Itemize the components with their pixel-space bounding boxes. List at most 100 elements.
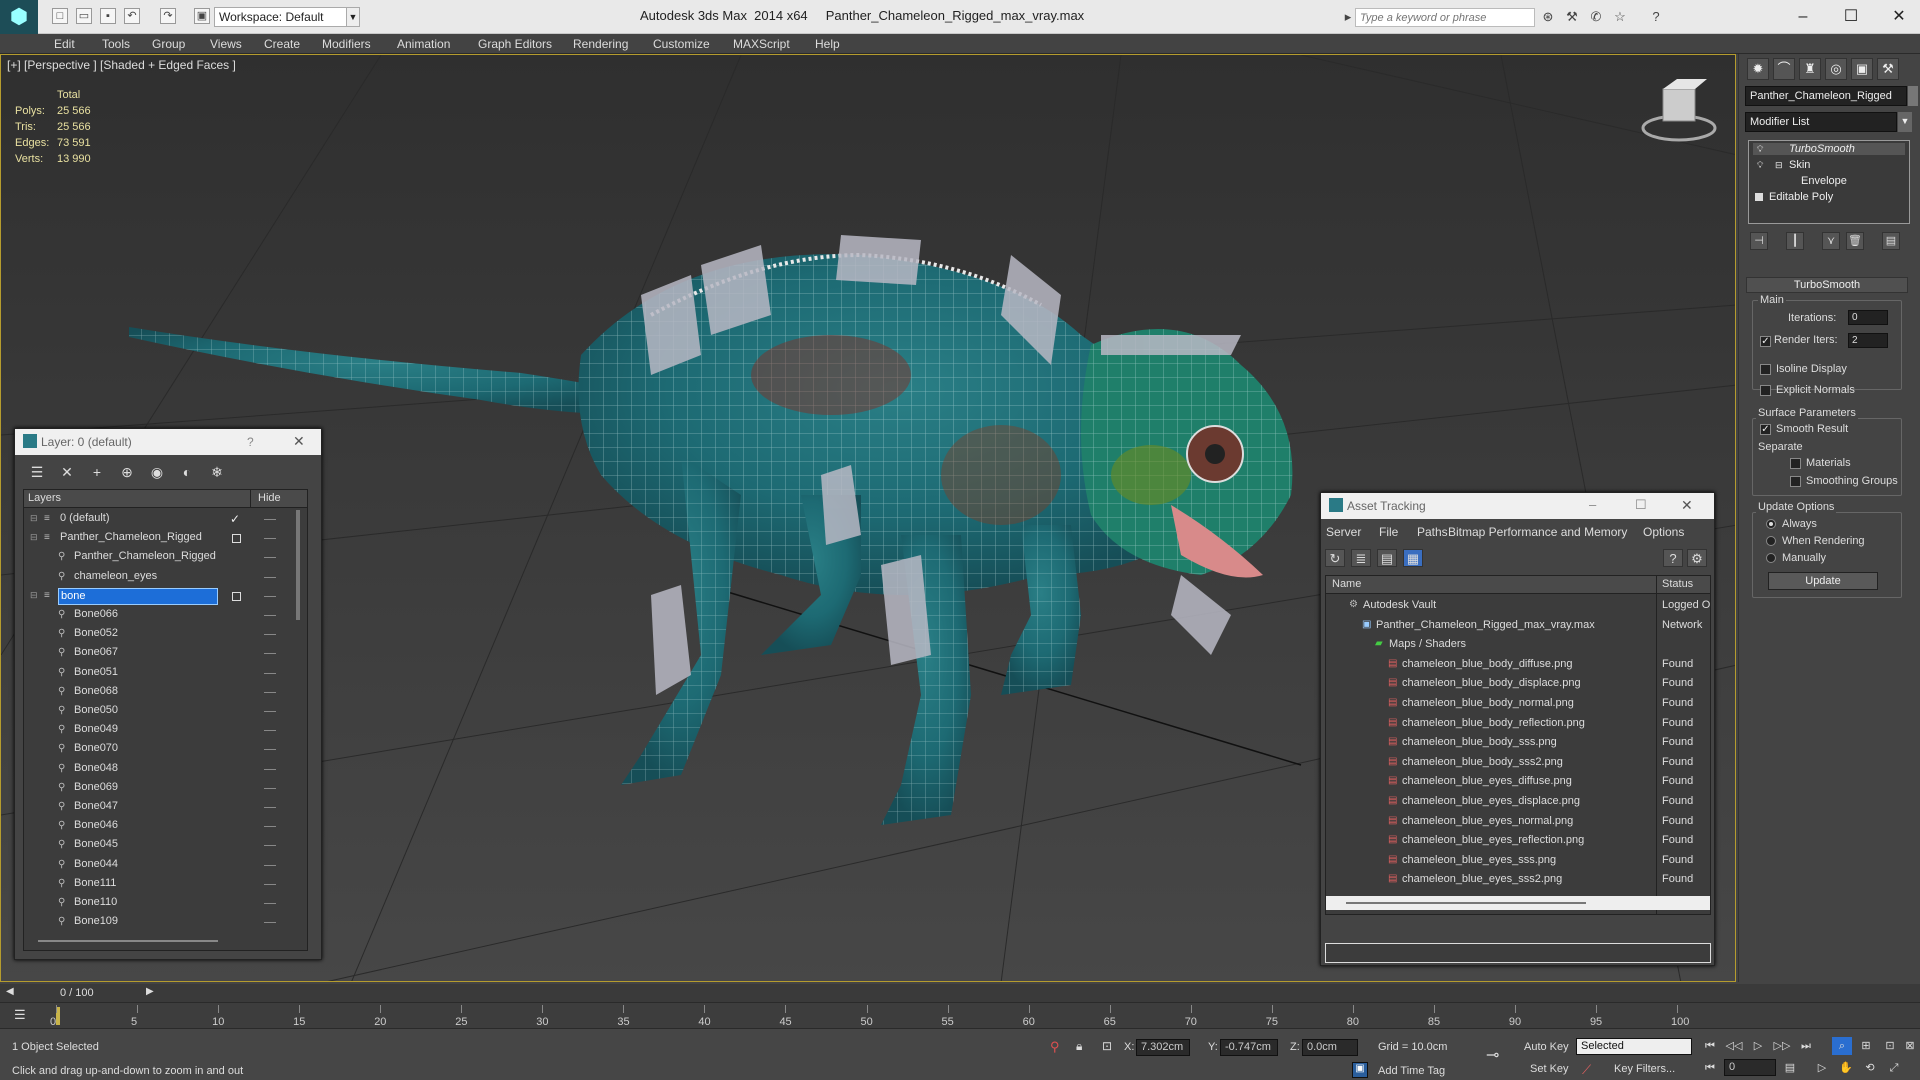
asset-row[interactable]: ▤ chameleon_blue_body_displace.png Found (1326, 674, 1710, 693)
close-icon[interactable]: ✕ (293, 433, 305, 450)
help-icon[interactable]: ? (1663, 549, 1683, 567)
refresh-icon[interactable]: ↻ (1325, 549, 1345, 567)
help-icon[interactable]: ? (1648, 9, 1664, 25)
column-status[interactable]: Status (1662, 578, 1693, 590)
goto-end-icon[interactable]: ⏭ (1796, 1037, 1816, 1055)
hide-toggle[interactable] (264, 615, 276, 616)
set-key-button[interactable]: Set Key (1530, 1063, 1569, 1075)
configure-sets-icon[interactable]: ▤ (1882, 232, 1900, 250)
asset-row[interactable]: ▰ Maps / Shaders (1326, 635, 1710, 654)
layer-row[interactable]: ⚲ Bone111 (24, 875, 294, 894)
hide-toggle[interactable] (264, 787, 276, 789)
help-icon[interactable]: ? (247, 435, 254, 449)
hide-toggle[interactable] (264, 730, 276, 732)
smooth-result-checkbox[interactable]: ✓ (1760, 424, 1771, 435)
scrollbar-thumb[interactable] (1346, 902, 1586, 904)
layer-name[interactable]: chameleon_eyes (72, 569, 218, 586)
menu-rendering[interactable]: Rendering (573, 37, 628, 51)
layer-row[interactable]: ⚲ Bone045 (24, 836, 294, 855)
horizontal-scrollbar[interactable] (38, 940, 218, 942)
menu-maxscript[interactable]: MAXScript (733, 37, 790, 51)
object-color-swatch[interactable] (1908, 86, 1918, 106)
absolute-mode-icon[interactable]: ⊡ (1102, 1039, 1112, 1053)
zoom-extents-icon[interactable]: ⊡ (1880, 1037, 1900, 1055)
stack-item-editable-poly[interactable]: Editable Poly (1769, 191, 1833, 203)
menu-animation[interactable]: Animation (397, 37, 450, 51)
create-tab-icon[interactable]: ✹ (1747, 58, 1769, 80)
layer-row[interactable]: ⚲ Bone066 (24, 606, 294, 625)
hide-toggle[interactable] (264, 922, 276, 924)
hide-toggle[interactable] (264, 653, 276, 655)
layer-row[interactable]: ⚲ Panther_Chameleon_Rigged (24, 548, 294, 567)
layer-name[interactable]: 0 (default) (58, 511, 218, 528)
mini-curve-editor-icon[interactable]: ☰ (14, 1007, 26, 1023)
next-key-icon[interactable]: ▷▷ (1772, 1037, 1792, 1055)
time-slider[interactable]: ◀ 0 / 100 ▶ (0, 984, 1920, 1002)
minimize-button[interactable]: – (1788, 5, 1818, 29)
prev-frame-icon[interactable]: ◀ (6, 986, 14, 997)
project-folder-icon[interactable]: ▣ (194, 8, 210, 24)
modifier-list-dropdown[interactable]: Modifier List (1745, 112, 1897, 132)
tree-view-icon[interactable]: ▤ (1377, 549, 1397, 567)
layer-row[interactable]: ⚲ Bone049 (24, 721, 294, 740)
layer-row[interactable]: ≡ ⊟ Panther_Chameleon_Rigged (24, 529, 294, 548)
collapse-toggle-icon[interactable]: ⊟ (30, 590, 38, 601)
utilities-tab-icon[interactable]: ⚒ (1877, 58, 1899, 80)
when-rendering-radio[interactable] (1766, 536, 1776, 546)
hide-toggle[interactable] (264, 864, 276, 866)
asset-row[interactable]: ▤ chameleon_blue_eyes_diffuse.png Found (1326, 772, 1710, 791)
asset-row[interactable]: ▤ chameleon_blue_body_sss.png Found (1326, 733, 1710, 752)
layer-row[interactable]: ≡ ⊟ 0 (default) ✓ (24, 510, 294, 529)
isoline-checkbox[interactable] (1760, 364, 1771, 375)
hide-toggle[interactable] (264, 903, 276, 904)
layer-manager-icon[interactable]: ☰ (27, 463, 47, 481)
play-icon[interactable]: ▷ (1748, 1037, 1768, 1055)
lightbulb-icon[interactable]: 💡︎ (1757, 144, 1763, 155)
settings-icon[interactable]: ⚙ (1687, 549, 1707, 567)
hide-toggle[interactable] (264, 883, 276, 885)
layer-row[interactable]: ⚲ Bone069 (24, 779, 294, 798)
object-name-field[interactable]: Panther_Chameleon_Rigged (1745, 86, 1907, 106)
communication-icon[interactable]: ✆ (1588, 9, 1604, 25)
key-filters-button[interactable]: Key Filters... (1614, 1063, 1675, 1075)
remove-modifier-icon[interactable]: 🗑︎ (1846, 232, 1864, 250)
list-view-icon[interactable]: ≣ (1351, 549, 1371, 567)
asset-menu-options[interactable]: Options (1643, 525, 1684, 539)
layer-name[interactable]: Bone045 (72, 837, 218, 854)
layer-name[interactable]: Bone047 (72, 799, 218, 816)
collapse-toggle-icon[interactable]: ⊟ (1775, 160, 1783, 171)
layer-name[interactable]: Bone050 (72, 703, 218, 720)
zoom-icon[interactable]: ⌕ (1832, 1037, 1852, 1055)
layer-name[interactable]: Bone044 (72, 857, 218, 874)
render-iters-spinner[interactable]: 2 (1848, 333, 1888, 348)
hide-all-layers-icon[interactable]: ◐ (177, 463, 197, 481)
delete-layer-icon[interactable]: ✕ (57, 463, 77, 481)
smoothing-groups-checkbox[interactable] (1790, 476, 1801, 487)
workspace-dropdown[interactable]: Workspace: Default (214, 7, 354, 27)
layer-name[interactable]: Bone067 (72, 645, 218, 662)
freeze-all-layers-icon[interactable]: ❄ (207, 463, 227, 481)
maximize-button[interactable]: ☐ (1836, 5, 1866, 29)
prev-key-icon[interactable]: ◁◁ (1724, 1037, 1744, 1055)
layer-row[interactable]: ⚲ Bone050 (24, 702, 294, 721)
maximize-viewport-icon[interactable]: ⤢ (1884, 1059, 1904, 1077)
rollout-turbosmooth[interactable]: TurboSmooth (1746, 277, 1908, 293)
favorites-star-icon[interactable]: ☆ (1612, 9, 1628, 25)
lock-selection-icon[interactable]: 🔒︎ (1076, 1039, 1082, 1054)
explicit-normals-checkbox[interactable] (1760, 385, 1771, 396)
frame-indicator[interactable]: 0 / 100 (60, 987, 94, 999)
asset-menu-server[interactable]: Server (1326, 525, 1361, 539)
goto-start-icon[interactable]: ⏮ (1700, 1037, 1720, 1055)
time-tag-icon[interactable]: ▣ (1352, 1062, 1368, 1078)
menu-help[interactable]: Help (815, 37, 840, 51)
new-file-icon[interactable]: □ (52, 8, 68, 24)
stack-item-turbosmooth[interactable]: TurboSmooth (1753, 143, 1905, 155)
asset-row[interactable]: ▤ chameleon_blue_eyes_displace.png Found (1326, 792, 1710, 811)
asset-row[interactable]: ▤ chameleon_blue_body_normal.png Found (1326, 694, 1710, 713)
stack-item-skin[interactable]: Skin (1789, 159, 1810, 171)
highlight-layer-icon[interactable]: ◉ (147, 463, 167, 481)
undo-icon[interactable]: ↶ (124, 8, 140, 24)
render-iters-checkbox[interactable]: ✓ (1760, 336, 1771, 347)
menu-edit[interactable]: Edit (54, 37, 75, 51)
viewport-label[interactable]: [+] [Perspective ] [Shaded + Edged Faces… (7, 58, 236, 72)
